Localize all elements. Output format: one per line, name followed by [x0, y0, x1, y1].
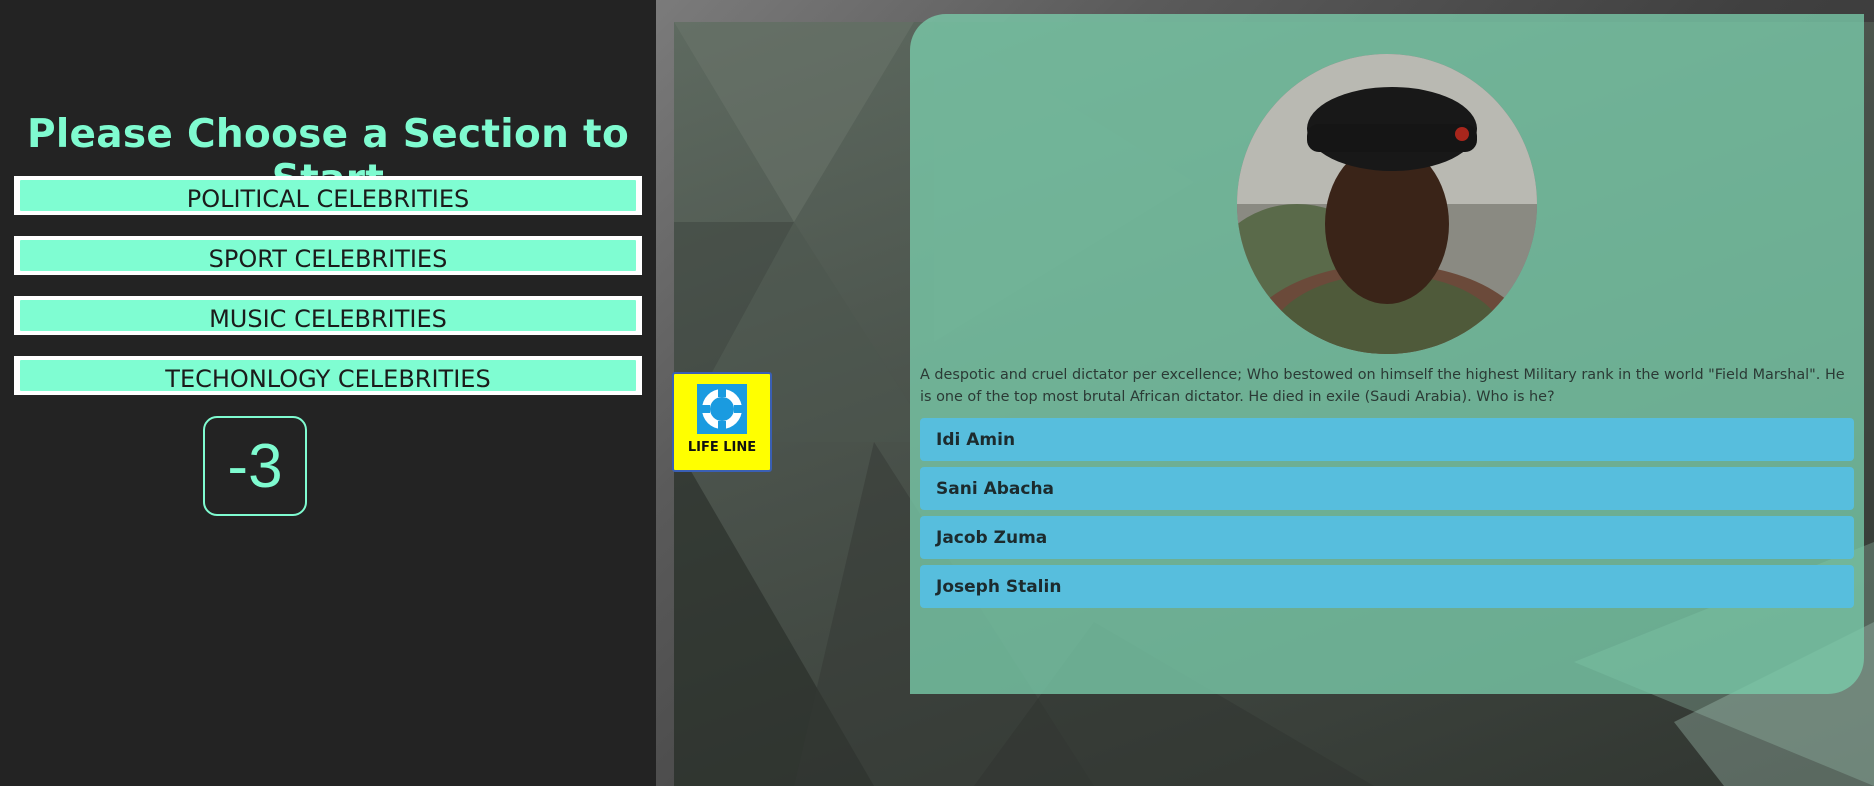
- section-button-label: POLITICAL CELEBRITIES: [20, 180, 636, 211]
- answer-label: Idi Amin: [936, 429, 1016, 450]
- answer-label: Joseph Stalin: [936, 576, 1062, 597]
- answer-option-2[interactable]: Sani Abacha: [920, 467, 1854, 510]
- section-button-label: MUSIC CELEBRITIES: [20, 300, 636, 331]
- section-button-label: TECHONLOGY CELEBRITIES: [20, 360, 636, 391]
- section-button-label: SPORT CELEBRITIES: [20, 240, 636, 271]
- lifebuoy-icon: [697, 384, 747, 434]
- lifeline-label: LIFE LINE: [687, 440, 757, 455]
- celebrity-portrait: [1237, 54, 1537, 354]
- answer-option-1[interactable]: Idi Amin: [920, 418, 1854, 461]
- section-button-political[interactable]: POLITICAL CELEBRITIES: [14, 176, 642, 215]
- section-button-technology[interactable]: TECHONLOGY CELEBRITIES: [14, 356, 642, 395]
- section-button-music[interactable]: MUSIC CELEBRITIES: [14, 296, 642, 335]
- lifeline-button[interactable]: LIFE LINE: [672, 372, 772, 472]
- answer-option-4[interactable]: Joseph Stalin: [920, 565, 1854, 608]
- section-button-sport[interactable]: SPORT CELEBRITIES: [14, 236, 642, 275]
- answer-label: Sani Abacha: [936, 478, 1055, 499]
- question-text: A despotic and cruel dictator per excell…: [920, 367, 1845, 405]
- bottom-strip: [0, 786, 1874, 799]
- score-display: -3: [203, 416, 307, 516]
- answer-label: Jacob Zuma: [936, 527, 1048, 548]
- answer-option-3[interactable]: Jacob Zuma: [920, 516, 1854, 559]
- section-sidebar: Please Choose a Section to Start POLITIC…: [0, 0, 656, 786]
